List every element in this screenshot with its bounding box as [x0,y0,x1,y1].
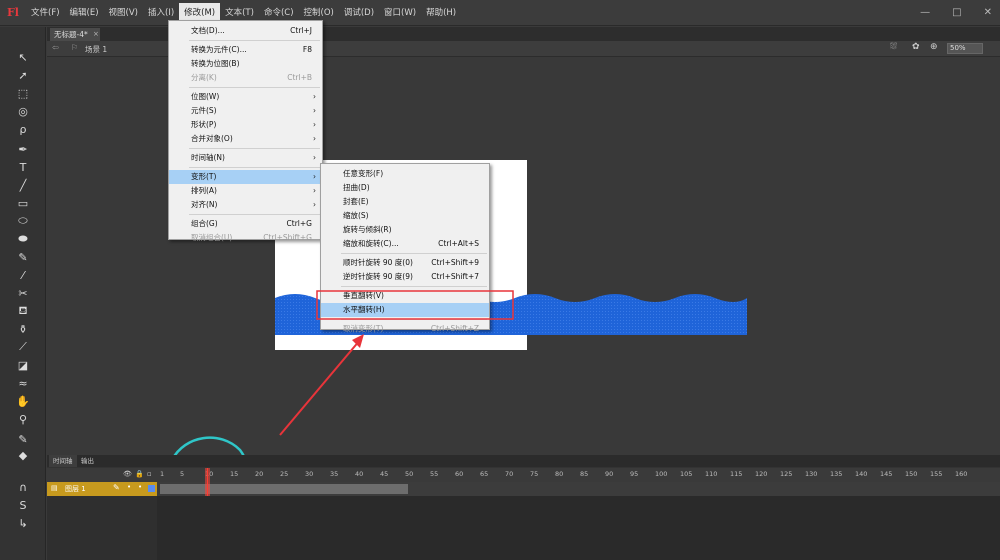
outline-icon[interactable]: ▫ [147,470,152,478]
frame-number: 25 [280,470,289,478]
frame-number: 125 [780,470,793,478]
frame-number: 20 [255,470,264,478]
frame-number: 140 [855,470,868,478]
highlight-box [316,290,514,320]
frame-number: 60 [455,470,464,478]
frame-area-empty [157,496,1000,560]
frame-number: 15 [230,470,239,478]
frame-number: 45 [380,470,389,478]
frame-ruler[interactable]: 👁 🔒 ▫ 1510152025303540455055606570758085… [47,468,1000,482]
frame-number: 1 [160,470,165,478]
timeline-tabs: 时间轴 输出 [47,455,1000,467]
frame-number: 5 [180,470,185,478]
layer-name[interactable]: 图层 1 [65,484,86,494]
frame-number: 50 [405,470,414,478]
visible-dot-icon[interactable]: • [127,483,131,491]
frame-number: 130 [805,470,818,478]
frame-number: 95 [630,470,639,478]
lock-icon[interactable]: 🔒 [135,470,144,478]
frame-number: 160 [955,470,968,478]
frame-number: 40 [355,470,364,478]
frame-span[interactable] [160,484,408,494]
frame-number: 115 [730,470,743,478]
frame-number: 110 [705,470,718,478]
frame-number: 55 [430,470,439,478]
frame-number: 100 [655,470,668,478]
show-hide-icon[interactable]: 👁 [123,470,132,478]
frame-number: 35 [330,470,339,478]
layer-type-icon: ▤ [51,484,58,492]
tab-timeline[interactable]: 时间轴 [49,455,77,467]
frame-number: 80 [555,470,564,478]
layer-row[interactable]: ▤ 图层 1 ✎ • • [47,482,157,496]
frame-number: 65 [480,470,489,478]
frame-number: 75 [530,470,539,478]
annotation-arrow-line [279,339,361,436]
lock-dot-icon[interactable]: • [138,483,142,491]
frame-number: 105 [680,470,693,478]
frame-number: 145 [880,470,893,478]
layer-area-empty [47,496,157,560]
frame-number: 120 [755,470,768,478]
frame-number: 155 [930,470,943,478]
outline-swatch[interactable] [148,485,155,492]
frame-number: 30 [305,470,314,478]
pencil-icon: ✎ [113,483,120,492]
frame-number: 85 [580,470,589,478]
frame-number: 135 [830,470,843,478]
frame-number: 70 [505,470,514,478]
tab-output[interactable]: 输出 [77,455,98,467]
frame-number: 150 [905,470,918,478]
frame-number: 90 [605,470,614,478]
